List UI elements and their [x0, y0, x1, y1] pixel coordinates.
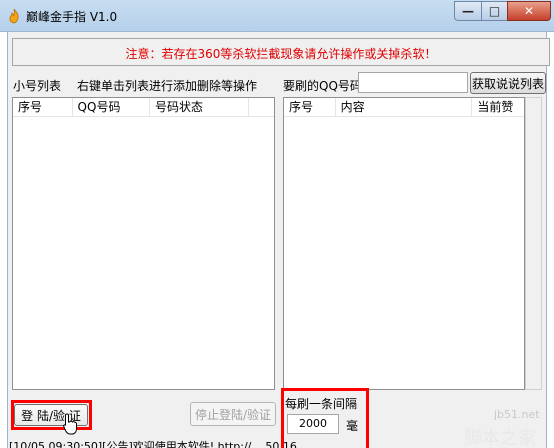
interval-input[interactable]: 2000 — [287, 414, 339, 434]
interval-unit-label: 毫 — [346, 419, 359, 433]
account-list-label: 小号列表 — [13, 79, 62, 93]
notice-box: 注意：若存在360等杀软拦截现象请允许操作或关掉杀软！ — [12, 38, 550, 66]
posts-list-scrollbar[interactable] — [525, 97, 542, 390]
notice-text: 注意：若存在360等杀软拦截现象请允许操作或关掉杀软！ — [125, 47, 437, 61]
column-header-index[interactable]: 序号 — [13, 98, 73, 117]
column-header-index[interactable]: 序号 — [284, 98, 336, 117]
posts-list[interactable]: 序号 内容 当前赞 — [283, 97, 525, 390]
close-icon: ✕ — [523, 4, 535, 18]
column-header-qq[interactable]: QQ号码 — [73, 98, 150, 117]
posts-list-header: 序号 内容 当前赞 — [284, 98, 524, 117]
account-list[interactable]: 序号 QQ号码 号码状态 — [12, 97, 275, 390]
interval-label: 每刷一条间隔 — [285, 397, 358, 411]
watermark-site: 脚本之家 — [464, 428, 536, 448]
status-log: [10/05 09:30:50][公告]欢迎使用本软件! http://....… — [9, 440, 297, 448]
login-highlight-frame — [11, 400, 92, 430]
maximize-icon: □ — [488, 4, 501, 18]
column-header-status[interactable]: 号码状态 — [150, 98, 250, 117]
account-list-hint: 右键单击列表进行添加删除等操作 — [77, 79, 258, 93]
column-header-filler — [249, 98, 274, 117]
title-bar: 巅峰金手指 V1.0 — □ ✕ — [0, 0, 554, 32]
target-qq-input[interactable] — [358, 72, 468, 93]
stop-login-button[interactable]: 停止登陆/验证 — [190, 402, 276, 426]
account-list-header: 序号 QQ号码 号码状态 — [13, 98, 274, 117]
minimize-icon: — — [462, 4, 474, 18]
column-header-content[interactable]: 内容 — [336, 98, 473, 117]
watermark-brand: jb51.net — [494, 408, 540, 421]
window-title: 巅峰金手指 V1.0 — [26, 10, 118, 24]
fetch-posts-button[interactable]: 获取说说列表 — [470, 72, 546, 94]
app-flame-icon — [9, 8, 19, 24]
column-header-likes[interactable]: 当前赞 — [472, 98, 524, 117]
target-qq-label: 要刷的QQ号码 — [283, 79, 362, 93]
maximize-button[interactable]: □ — [481, 1, 508, 21]
close-button[interactable]: ✕ — [507, 1, 551, 21]
minimize-button[interactable]: — — [454, 1, 482, 21]
hand-cursor-icon — [63, 413, 77, 435]
